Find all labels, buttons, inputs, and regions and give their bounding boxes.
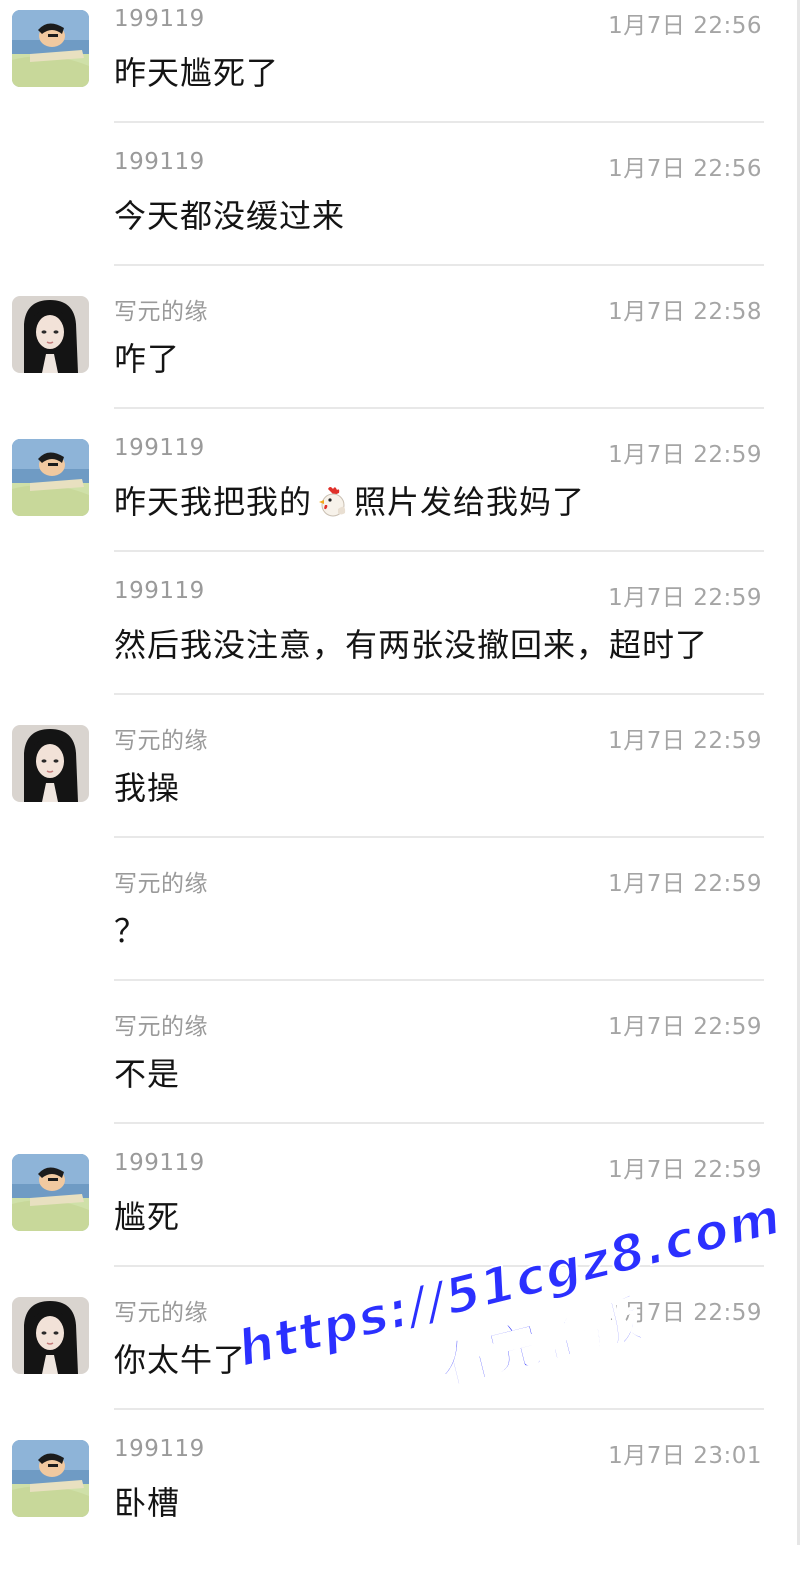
row-divider [114,264,764,266]
message-time: 1月7日 22:58 [608,299,762,325]
message-row[interactable]: 写元的缘 1月7日 22:59 ？ [0,858,800,1001]
cartoon-man-avatar[interactable] [12,1440,89,1517]
message-text: 昨天我把我的 照片发给我妈了 [114,477,585,527]
message-time: 1月7日 22:59 [608,728,762,754]
message-text: 尴死 [114,1198,181,1236]
row-divider [114,693,764,695]
message-row[interactable]: 写元的缘 1月7日 22:58 咋了 [0,286,800,429]
message-row[interactable]: 写元的缘 1月7日 22:59 你太牛了 [0,1287,800,1430]
message-row[interactable]: 199119 1月7日 22:56 今天都没缓过来 [0,143,800,286]
sender-name: 199119 [114,435,205,461]
girl-photo-avatar[interactable] [12,725,89,802]
message-time: 1月7日 22:56 [608,13,762,39]
message-row[interactable]: 199119 1月7日 22:59 昨天我把我的 照片发给我妈了 [0,429,800,572]
row-divider [114,1265,764,1267]
message-time: 1月7日 22:56 [608,156,762,182]
message-text: 你太牛了 [114,1341,247,1379]
girl-photo-avatar[interactable] [12,296,89,373]
message-row[interactable]: 写元的缘 1月7日 22:59 不是 [0,1001,800,1144]
sender-name: 写元的缘 [114,728,208,754]
message-row[interactable]: 199119 1月7日 22:59 然后我没注意，有两张没撤回来，超时了 [0,572,800,715]
message-list: 199119 1月7日 22:56 昨天尴死了 199119 1月7日 22:5… [0,0,800,1573]
message-row[interactable]: 199119 1月7日 23:01 卧槽 [0,1430,800,1573]
message-text: 不是 [114,1055,181,1093]
row-divider [114,121,764,123]
cartoon-man-avatar[interactable] [12,10,89,87]
message-row[interactable]: 199119 1月7日 22:56 昨天尴死了 [0,0,800,143]
message-row[interactable]: 199119 1月7日 22:59 尴死 [0,1144,800,1287]
message-time: 1月7日 22:59 [608,1157,762,1183]
message-text: 卧槽 [114,1484,181,1522]
cartoon-man-avatar[interactable] [12,1154,89,1231]
cartoon-man-avatar[interactable] [12,439,89,516]
message-text: 我操 [114,769,181,807]
sender-name: 199119 [114,6,205,32]
row-divider [114,1122,764,1124]
sender-name: 写元的缘 [114,1300,208,1326]
row-divider [114,1408,764,1410]
message-text: ？ [114,912,148,950]
sender-name: 199119 [114,1436,205,1462]
message-text-part: 照片发给我妈了 [354,483,586,521]
row-divider [114,836,764,838]
girl-photo-avatar[interactable] [12,1297,89,1374]
message-text-part: 昨天我把我的 [114,483,313,521]
message-time: 1月7日 22:59 [608,585,762,611]
row-divider [114,550,764,552]
message-text: 然后我没注意，有两张没撤回来，超时了 [114,626,709,664]
sender-name: 199119 [114,578,205,604]
message-text: 咋了 [114,340,181,378]
sender-name: 199119 [114,149,205,175]
message-text: 昨天尴死了 [114,54,280,92]
message-time: 1月7日 23:01 [608,1443,762,1469]
rooster-emoji-icon [316,485,350,527]
message-time: 1月7日 22:59 [608,442,762,468]
row-divider [114,407,764,409]
sender-name: 199119 [114,1150,205,1176]
row-divider [114,979,764,981]
message-text: 今天都没缓过来 [114,197,346,235]
sender-name: 写元的缘 [114,1014,208,1040]
sender-name: 写元的缘 [114,299,208,325]
message-time: 1月7日 22:59 [608,1300,762,1326]
message-time: 1月7日 22:59 [608,1014,762,1040]
message-row[interactable]: 写元的缘 1月7日 22:59 我操 [0,715,800,858]
message-time: 1月7日 22:59 [608,871,762,897]
sender-name: 写元的缘 [114,871,208,897]
